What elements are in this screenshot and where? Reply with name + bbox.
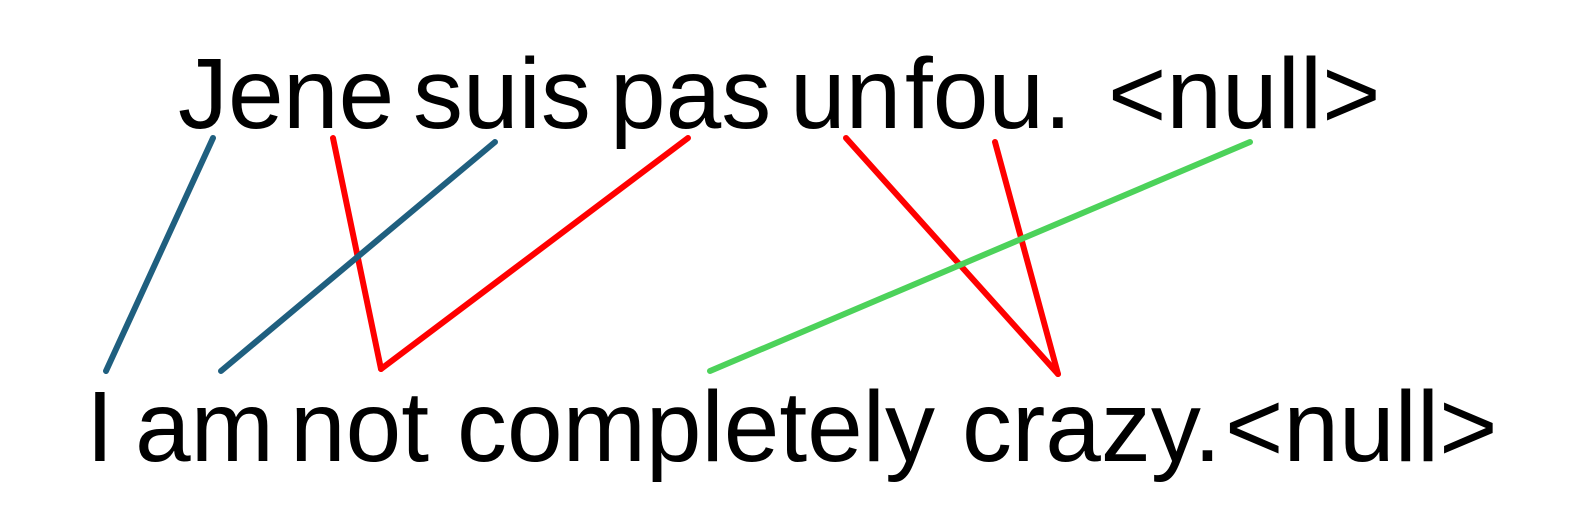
alignment-link-null bbox=[707, 139, 1253, 374]
target-word: not bbox=[290, 371, 430, 483]
word-alignment-diagram: Je ne suis pas un fou. <null> I am not c… bbox=[0, 0, 1596, 521]
target-word: completely bbox=[457, 371, 935, 483]
target-sentence: I am not completely crazy. <null> bbox=[0, 360, 1596, 500]
target-word: I bbox=[86, 371, 114, 483]
alignment-link-aligned bbox=[218, 139, 498, 374]
target-null-token: <null> bbox=[1225, 371, 1498, 483]
target-word: am bbox=[135, 371, 274, 483]
alignment-link-mismatch bbox=[378, 135, 691, 372]
target-word: crazy. bbox=[962, 371, 1222, 483]
alignment-link-aligned bbox=[103, 135, 216, 374]
